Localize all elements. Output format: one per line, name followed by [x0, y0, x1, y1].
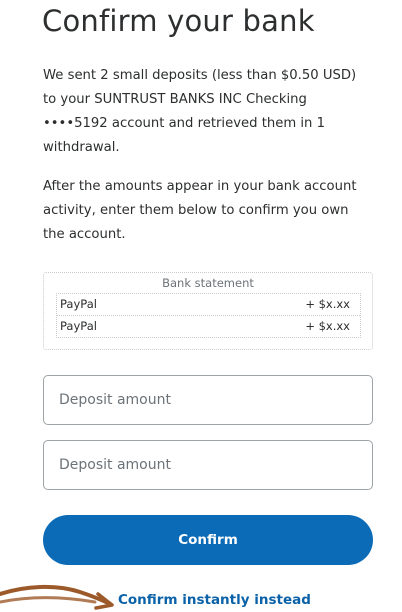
statement-row: PayPal + $x.xx — [57, 315, 360, 337]
statement-row-amount: + $x.xx — [305, 319, 350, 333]
bank-statement-title: Bank statement — [162, 276, 254, 290]
confirm-bank-page: Confirm your bank We sent 2 small deposi… — [0, 0, 402, 612]
deposit-explanation: We sent 2 small deposits (less than $0.5… — [43, 68, 357, 155]
bank-statement-table: PayPal + $x.xx PayPal + $x.xx — [56, 293, 361, 338]
deposit-amount-input-2[interactable] — [43, 440, 373, 490]
statement-row: PayPal + $x.xx — [57, 294, 360, 315]
statement-row-name: PayPal — [60, 297, 97, 311]
hand-drawn-arrow-icon — [0, 584, 114, 610]
confirm-instantly-link[interactable]: Confirm instantly instead — [118, 592, 311, 608]
deposit-amount-input-1[interactable] — [43, 375, 373, 425]
confirm-instructions: After the amounts appear in your bank ac… — [43, 179, 357, 242]
page-title: Confirm your bank — [42, 4, 315, 38]
statement-row-amount: + $x.xx — [305, 297, 350, 311]
statement-row-name: PayPal — [60, 319, 97, 333]
bank-statement-box: Bank statement PayPal + $x.xx PayPal + $… — [43, 272, 373, 350]
confirm-button[interactable]: Confirm — [43, 515, 373, 565]
